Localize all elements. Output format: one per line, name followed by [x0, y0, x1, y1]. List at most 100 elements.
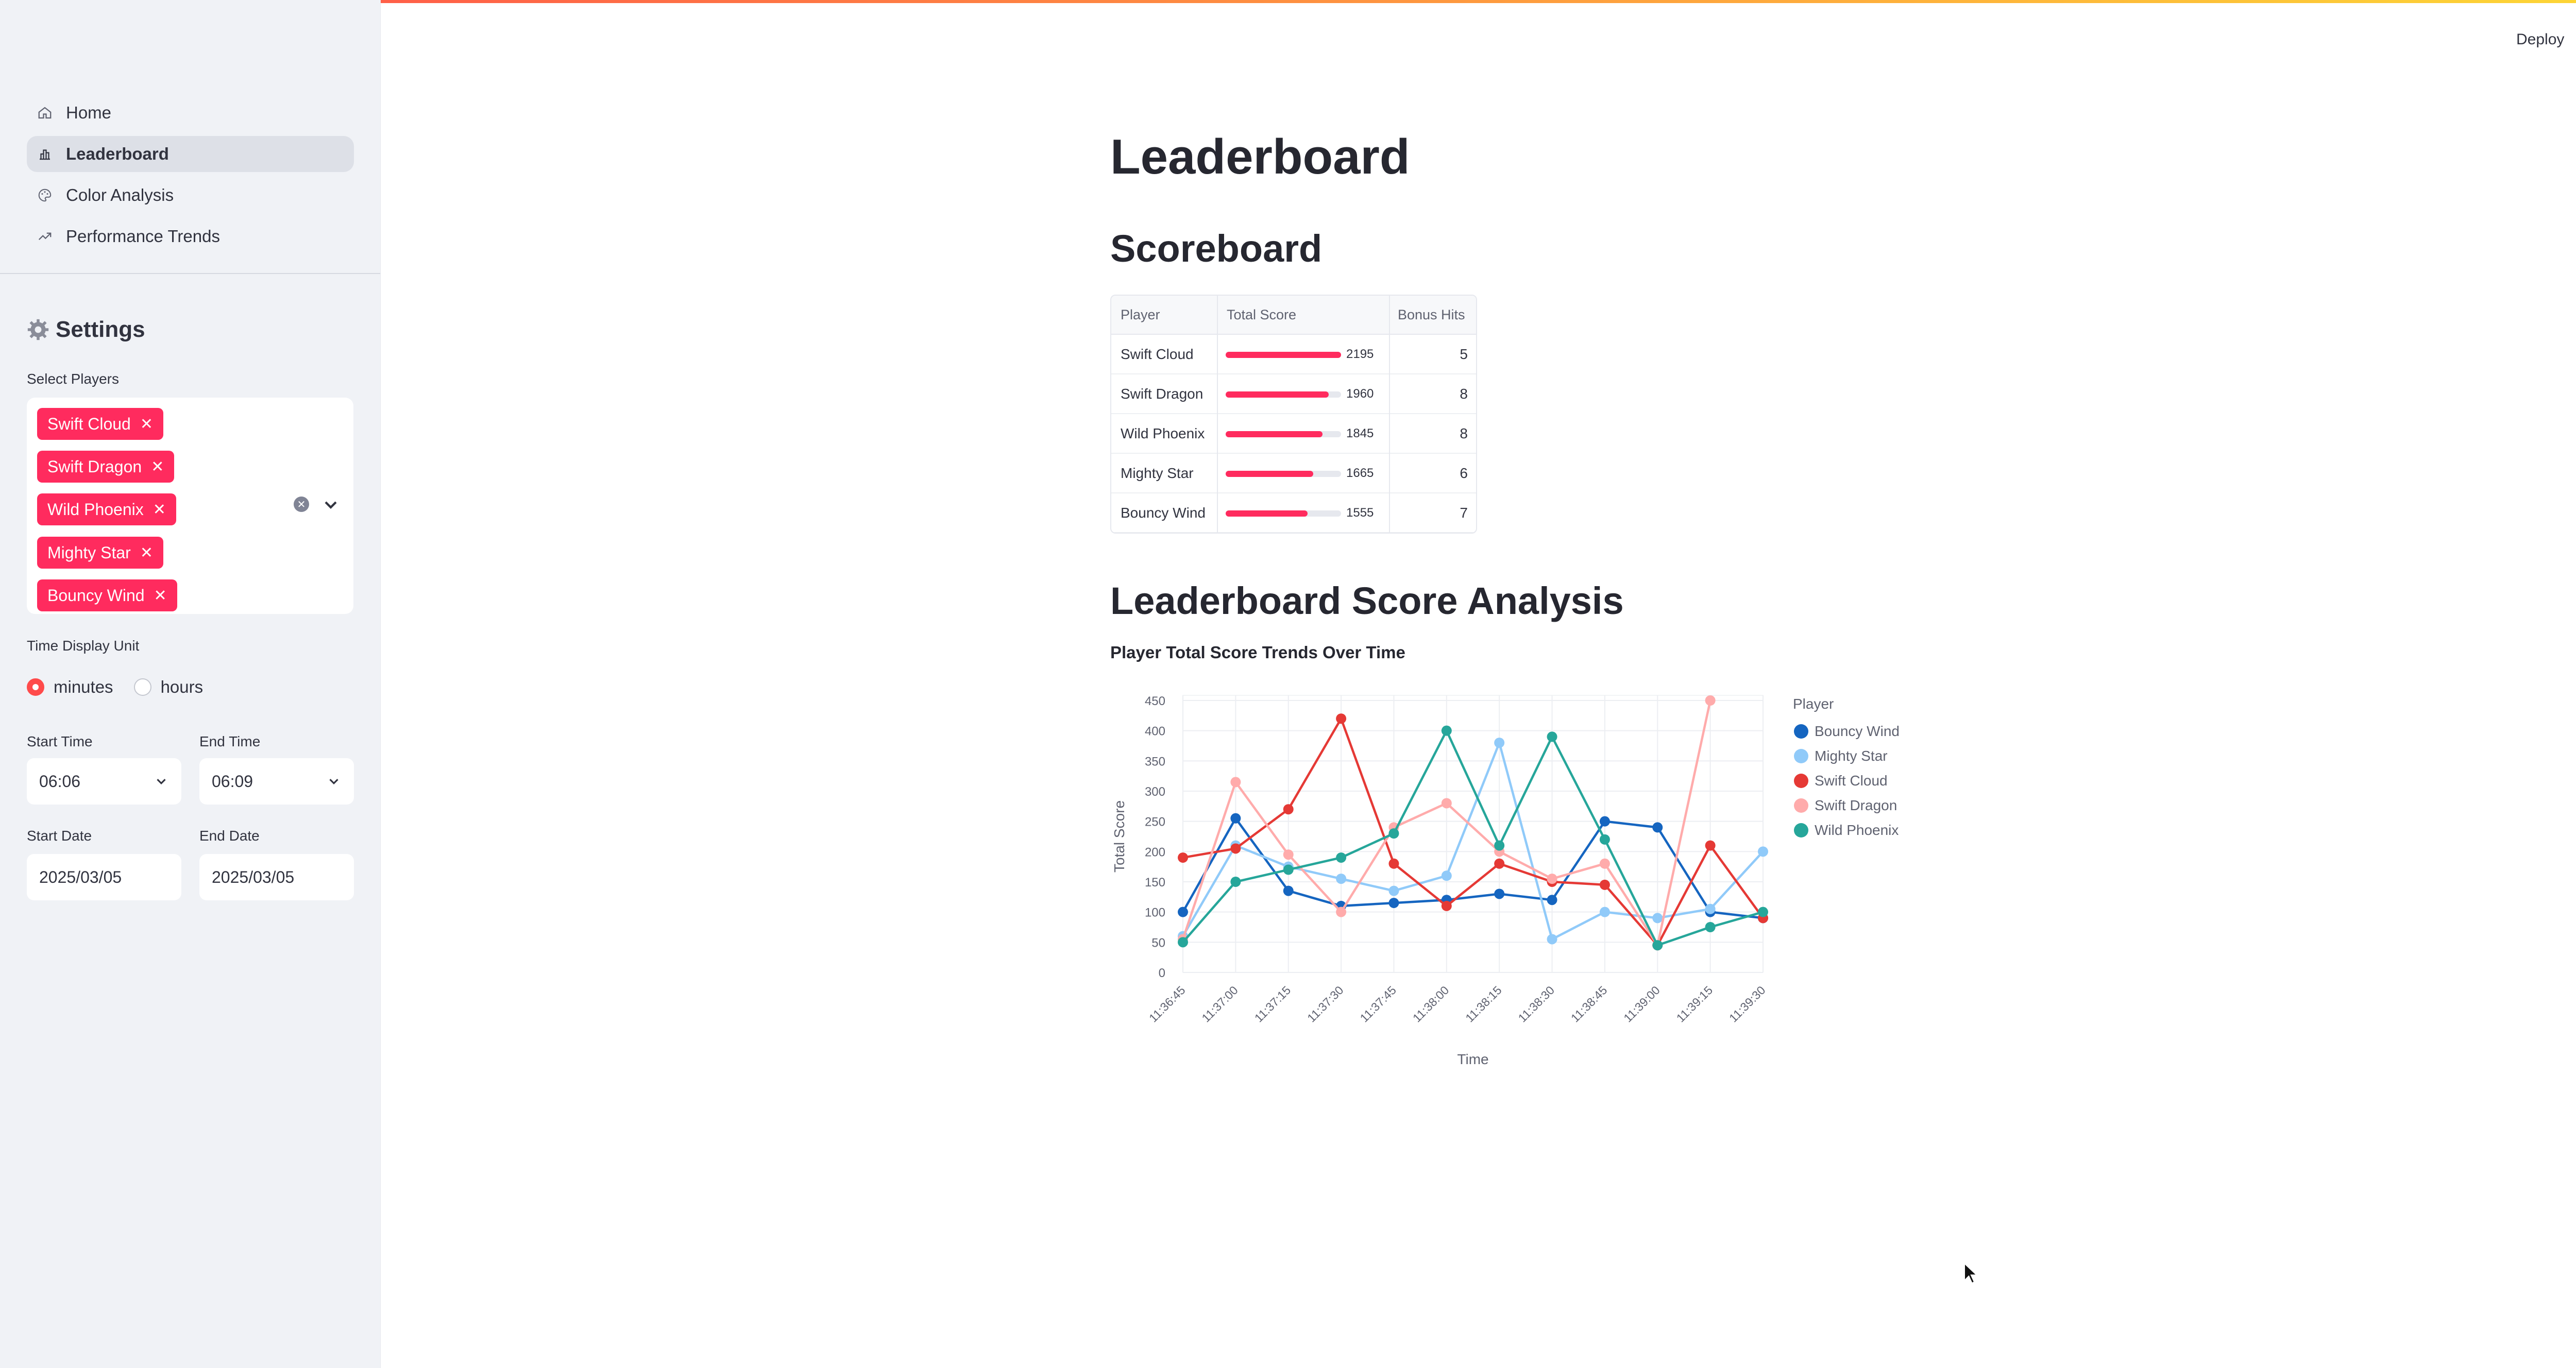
score-value: 1960 [1346, 387, 1374, 401]
deploy-button[interactable]: Deploy [2516, 31, 2564, 48]
chevron-down-icon [157, 779, 166, 784]
data-point [1388, 828, 1399, 839]
settings-heading: Settings [27, 317, 145, 343]
data-point [1494, 858, 1505, 869]
data-point [1758, 907, 1768, 917]
radio-hours[interactable] [133, 678, 151, 696]
y-tick-label: 450 [1145, 694, 1165, 708]
column-header-bonus-hits[interactable]: Bonus Hits [1389, 296, 1476, 335]
legend-entry: Swift Dragon [1815, 797, 1897, 813]
select-players-label: Select Players [27, 371, 119, 387]
data-point [1599, 907, 1610, 917]
data-point [1230, 877, 1241, 887]
data-point [1336, 852, 1347, 863]
score-bar-track [1226, 431, 1341, 437]
remove-chip-icon[interactable]: ✕ [140, 415, 153, 433]
time-unit-label: Time Display Unit [27, 638, 140, 654]
y-axis-title: Total Score [1111, 800, 1127, 873]
page-title: Leaderboard [1110, 129, 1410, 184]
chevron-down-icon[interactable] [320, 494, 341, 515]
data-point [1283, 885, 1294, 896]
remove-chip-icon[interactable]: ✕ [151, 458, 164, 476]
start-time-select[interactable]: 06:06 [27, 758, 181, 805]
data-point [1441, 870, 1452, 881]
sidebar-item-performance-trends[interactable]: Performance Trends [27, 218, 354, 254]
mouse-cursor-icon [1963, 1262, 1978, 1285]
player-chip[interactable]: Bouncy Wind ✕ [37, 579, 177, 611]
trend-icon [37, 229, 53, 244]
data-point [1652, 822, 1663, 833]
sidebar-item-color-analysis[interactable]: Color Analysis [27, 177, 354, 213]
data-point [1494, 738, 1505, 748]
x-tick-label: 11:38:00 [1410, 983, 1451, 1024]
remove-chip-icon[interactable]: ✕ [140, 544, 153, 562]
player-chip[interactable]: Wild Phoenix ✕ [37, 493, 176, 525]
radio-minutes[interactable] [27, 678, 44, 696]
column-header-player[interactable]: Player [1111, 296, 1217, 335]
cell-total-score: 1960 [1217, 374, 1389, 414]
sidebar-item-label: Color Analysis [66, 185, 174, 204]
palette-icon [37, 187, 53, 203]
data-point [1283, 864, 1294, 875]
cell-bonus-hits: 8 [1389, 374, 1476, 414]
legend-entry: Mighty Star [1815, 748, 1888, 764]
score-value: 1665 [1346, 466, 1374, 480]
legend-swatch [1794, 749, 1808, 763]
column-header-total-score[interactable]: Total Score [1217, 296, 1389, 335]
sidebar-divider [0, 273, 380, 274]
data-point [1705, 922, 1716, 932]
scoreboard-heading: Scoreboard [1110, 227, 1323, 270]
data-point [1283, 804, 1294, 815]
data-point [1494, 888, 1505, 899]
legend-entry: Bouncy Wind [1815, 723, 1900, 739]
data-point [1547, 934, 1557, 945]
top-decoration-bar [0, 0, 2576, 3]
player-chip[interactable]: Mighty Star ✕ [37, 537, 163, 569]
data-point [1494, 840, 1505, 851]
y-tick-label: 0 [1159, 966, 1165, 980]
sidebar-item-label: Home [66, 103, 112, 122]
data-point [1230, 813, 1241, 824]
data-point [1388, 885, 1399, 896]
sidebar-item-home[interactable]: Home [27, 95, 354, 131]
remove-chip-icon[interactable]: ✕ [154, 587, 167, 605]
end-date-input[interactable]: 2025/03/05 [199, 854, 354, 900]
clear-all-icon[interactable]: ✕ [294, 497, 309, 512]
start-date-input[interactable]: 2025/03/05 [27, 854, 181, 900]
remove-chip-icon[interactable]: ✕ [153, 501, 166, 519]
legend-entry: Wild Phoenix [1815, 822, 1899, 838]
end-time-select[interactable]: 06:09 [199, 758, 354, 805]
data-point [1705, 903, 1716, 914]
player-chip[interactable]: Swift Dragon ✕ [37, 451, 175, 483]
score-bar-track [1226, 471, 1341, 477]
data-point [1178, 907, 1188, 917]
home-icon [37, 105, 53, 121]
data-point [1758, 846, 1768, 857]
legend-entry: Swift Cloud [1815, 773, 1888, 789]
x-tick-label: 11:39:15 [1674, 983, 1715, 1024]
score-bar-fill [1226, 431, 1323, 437]
cell-bonus-hits: 6 [1389, 454, 1476, 493]
cell-total-score: 2195 [1217, 335, 1389, 374]
data-point [1178, 852, 1188, 863]
sidebar-item-leaderboard[interactable]: Leaderboard [27, 136, 354, 172]
x-tick-label: 11:37:00 [1199, 983, 1240, 1024]
x-axis-title: Time [1457, 1051, 1488, 1067]
x-tick-label: 11:38:45 [1568, 983, 1609, 1024]
legend-swatch [1794, 798, 1808, 813]
data-point [1705, 695, 1716, 706]
data-point [1336, 713, 1347, 724]
cell-bonus-hits: 8 [1389, 414, 1476, 454]
legend-swatch [1794, 724, 1808, 739]
data-point [1652, 913, 1663, 924]
legend-swatch [1794, 774, 1808, 788]
data-point [1547, 874, 1557, 884]
player-chip[interactable]: Swift Cloud ✕ [37, 408, 163, 440]
data-point [1283, 849, 1294, 860]
analysis-heading: Leaderboard Score Analysis [1110, 579, 1624, 622]
x-tick-label: 11:38:30 [1516, 983, 1557, 1024]
score-bar-fill [1226, 352, 1341, 358]
radio-minutes-label: minutes [54, 677, 113, 696]
data-point [1705, 840, 1716, 851]
player-multiselect[interactable]: Swift Cloud ✕ Swift Dragon ✕ Wild Phoenix ✕… [27, 398, 353, 614]
